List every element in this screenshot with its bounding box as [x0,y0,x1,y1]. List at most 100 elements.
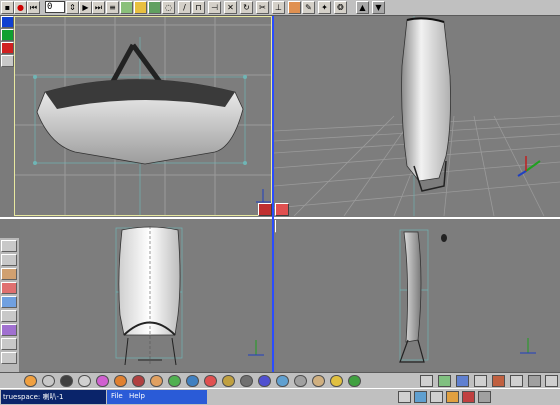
taskbar-app-button[interactable]: truespace: 喇叭-1 [1,390,106,404]
spline-icon[interactable] [168,375,181,387]
axis-gizmo-3d [517,156,541,177]
taskbar: truespace: 喇叭-1 File Help [0,388,560,405]
text-icon[interactable] [330,375,343,387]
hierarchy-icon[interactable]: ⊣ [208,1,221,14]
rotate-icon[interactable]: ↻ [240,1,253,14]
frame-input[interactable]: 0 [45,1,65,13]
sphere-primitive-icon[interactable] [24,375,37,387]
menu-help[interactable]: Help [129,392,145,400]
save-icon[interactable] [1,240,17,252]
stop-icon[interactable]: ▪ [1,1,14,14]
cylinder-primitive-icon[interactable] [42,375,55,387]
tools-icon[interactable] [1,352,17,364]
library-icon[interactable] [1,254,17,266]
torus-primitive-icon[interactable] [96,375,109,387]
record-icon[interactable]: ● [14,1,27,14]
tray-ime-icon[interactable] [446,391,459,403]
view-render-icon[interactable] [275,203,289,216]
shader-icon[interactable] [1,324,17,336]
erase-icon[interactable]: ✕ [224,1,237,14]
color-icon[interactable] [1,282,17,294]
app-name: truespace [3,393,38,401]
play-icon[interactable]: ▶ [79,1,92,14]
light-icon[interactable]: ❂ [334,1,347,14]
red-swatch[interactable] [1,42,14,54]
green-swatch[interactable] [1,29,14,41]
settings-icon[interactable] [1,338,17,350]
material-icon[interactable] [288,1,301,14]
path-icon[interactable] [120,1,133,14]
scene-icon[interactable] [1,310,17,322]
tool-icon[interactable]: / [178,1,191,14]
top-view-canvas [15,17,271,215]
speaker-body-3d [401,18,451,182]
viewport-side[interactable] [276,220,560,370]
cube-primitive-icon[interactable] [78,375,91,387]
texture-icon[interactable] [1,268,17,280]
system-tray [398,391,558,403]
tray-network-icon[interactable] [414,391,427,403]
viewport-divider-vertical[interactable] [272,16,274,372]
camera-tool-icon[interactable] [258,375,271,387]
snap-icon[interactable] [456,375,469,387]
deform-icon[interactable] [186,375,199,387]
tray-icon[interactable] [398,391,411,403]
boolean-icon[interactable] [204,375,217,387]
face-icon[interactable] [294,375,307,387]
side-view-canvas [399,229,536,363]
zoom-icon[interactable]: ◌ [162,1,175,14]
object-icon[interactable] [134,1,147,14]
pin-icon[interactable]: ⊥ [272,1,285,14]
view-icon[interactable] [420,375,433,387]
cone-primitive-icon[interactable] [60,375,73,387]
view-camera-icon[interactable] [258,203,272,216]
sweep-icon[interactable] [150,375,163,387]
step-icon[interactable]: ⇕ [66,1,79,14]
blue-swatch[interactable] [1,16,14,28]
text-tool-icon[interactable] [222,375,235,387]
rewind-icon[interactable]: ⏮ [27,1,40,14]
axis-gizmo-side [520,338,536,354]
layout-icon[interactable] [474,375,487,387]
viewport-divider-horizontal[interactable] [0,217,560,219]
down-arrow-icon[interactable]: ▼ [372,1,385,14]
document-name: 喇叭-1 [42,393,64,401]
menu-file[interactable]: File [111,392,123,400]
fit-icon[interactable] [545,375,558,387]
viewport-top[interactable] [14,16,272,216]
cut-icon[interactable]: ✂ [256,1,269,14]
figure-icon[interactable] [312,375,325,387]
up-arrow-icon[interactable]: ▲ [356,1,369,14]
stand-front [124,337,177,366]
grid-icon[interactable] [1,55,14,67]
landscape-icon[interactable] [348,375,361,387]
top-toolbar: ▪ ● ⏮ 0 ⇕ ▶ ⏭ ≡ ◌ / ⊓ ⊣ ✕ ↻ ✂ ⊥ ✎ ✦ ❂ ▲ … [0,0,560,16]
render-icon[interactable]: ✦ [318,1,331,14]
lock-icon[interactable]: ⊓ [192,1,205,14]
viewport-perspective[interactable] [274,16,560,216]
axis-gizmo [256,189,271,203]
grid-toggle-icon[interactable] [438,375,451,387]
tray-clock-icon[interactable] [478,391,491,403]
undo-icon[interactable] [148,1,161,14]
tray-volume-icon[interactable] [430,391,443,403]
polygon-primitive-icon[interactable] [114,375,127,387]
material-library-icon[interactable] [1,296,17,308]
stand-side [399,339,425,363]
zoom-view-icon[interactable] [528,375,541,387]
pan-icon[interactable] [510,375,523,387]
left-toolbar [0,238,19,373]
light-source-icon[interactable] [441,234,447,242]
paint-icon[interactable]: ✎ [302,1,315,14]
rotate-view-icon[interactable] [492,375,505,387]
fast-forward-icon[interactable]: ⏭ [92,1,105,14]
menu-bar: File Help [107,390,207,404]
perspective-canvas [274,16,560,216]
plane-primitive-icon[interactable] [276,375,289,387]
keyframe-editor-icon[interactable]: ≡ [106,1,119,14]
speaker-body-side [403,231,422,343]
lathe-icon[interactable] [132,375,145,387]
tray-security-icon[interactable] [462,391,475,403]
light-tool-icon[interactable] [240,375,253,387]
viewport-front[interactable] [20,220,272,370]
